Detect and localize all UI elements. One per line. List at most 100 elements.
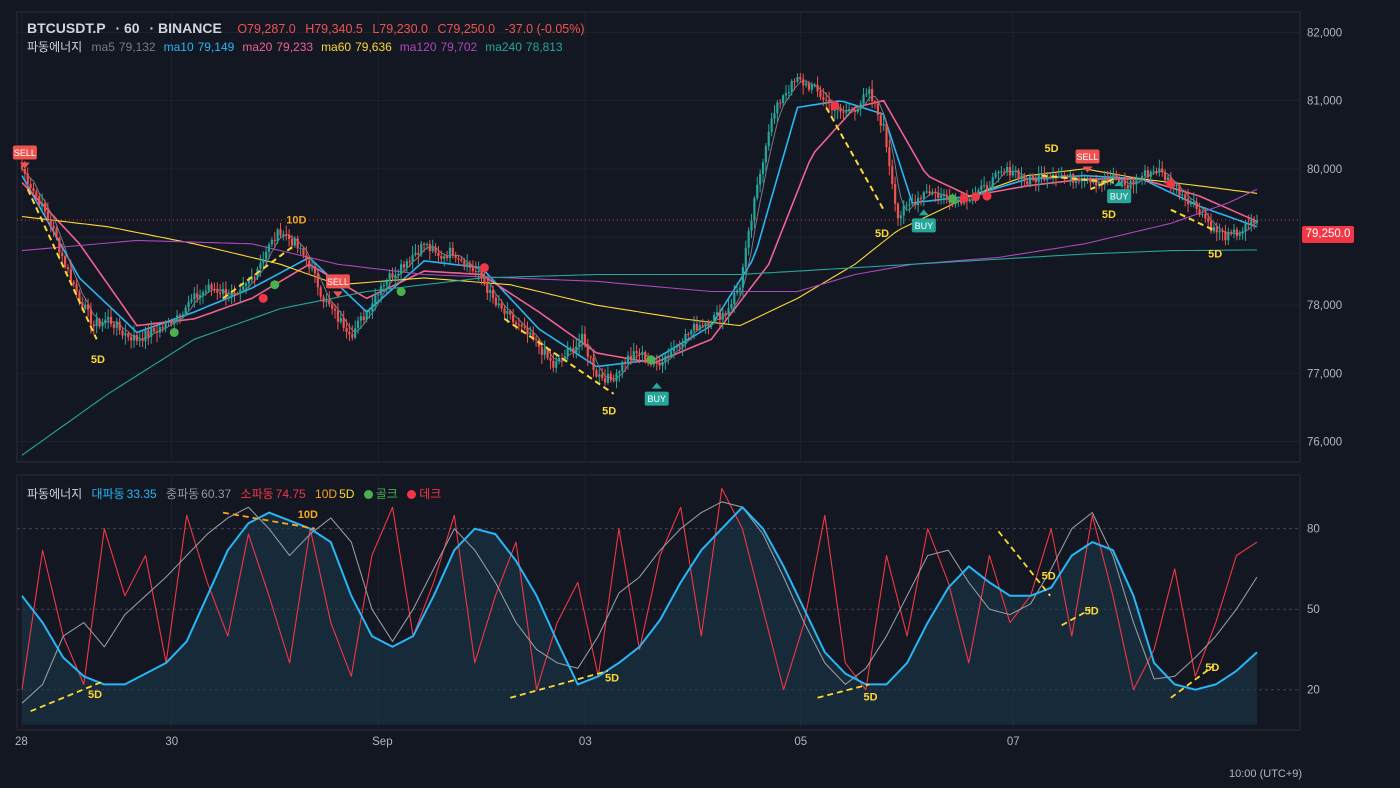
candle-body bbox=[859, 103, 862, 109]
candle bbox=[529, 326, 532, 337]
last-price-tag: 79,250.0 bbox=[1302, 226, 1354, 243]
candle-body bbox=[578, 342, 581, 347]
candle-body bbox=[1017, 170, 1020, 180]
candle bbox=[1212, 224, 1216, 234]
candle-body bbox=[692, 323, 696, 331]
candle-body bbox=[888, 147, 891, 167]
candle-body bbox=[1141, 176, 1144, 179]
price-tick-label: 82,000 bbox=[1307, 27, 1342, 39]
candle-body bbox=[345, 327, 348, 333]
candle-body bbox=[1247, 223, 1250, 225]
candle-body bbox=[147, 330, 150, 337]
candle-body bbox=[827, 100, 831, 103]
candle bbox=[319, 285, 322, 302]
osc-div5-label: 5D bbox=[1085, 606, 1099, 618]
candle-body bbox=[43, 202, 47, 212]
candle bbox=[888, 139, 891, 176]
ma-legend[interactable]: 파동에너지 ma5 79,132 ma10 79,149 ma20 79,233 ma60 7… bbox=[27, 38, 577, 55]
candle-body bbox=[377, 294, 380, 296]
candle-body bbox=[1095, 181, 1098, 186]
candle-body bbox=[764, 146, 767, 163]
osc-dead-label: 데크 bbox=[419, 487, 442, 501]
candle-body bbox=[555, 361, 558, 368]
candle-body bbox=[491, 289, 495, 298]
candle-body bbox=[621, 362, 624, 372]
candle bbox=[543, 340, 546, 360]
ohlc-close: C79,250.0 bbox=[437, 22, 496, 36]
candle-body bbox=[790, 81, 793, 93]
candle bbox=[894, 176, 897, 212]
candle-body bbox=[1224, 231, 1227, 241]
candle-body bbox=[741, 266, 744, 288]
candle-body bbox=[529, 332, 532, 335]
candle bbox=[1146, 166, 1149, 180]
candle-body bbox=[845, 111, 848, 113]
candle-body bbox=[457, 258, 460, 260]
candle-body bbox=[563, 356, 566, 359]
candle bbox=[322, 294, 325, 309]
candle-body bbox=[379, 286, 383, 295]
golden-cross-dot bbox=[948, 194, 958, 204]
candle bbox=[443, 254, 446, 267]
candle bbox=[1224, 224, 1227, 246]
candle bbox=[282, 230, 285, 241]
candle-body bbox=[1135, 178, 1138, 185]
sell-signal: SELL bbox=[12, 145, 37, 169]
candle-body bbox=[957, 199, 960, 201]
candle bbox=[391, 267, 394, 280]
candle-body bbox=[1189, 202, 1193, 205]
candle-body bbox=[468, 263, 472, 268]
candle-body bbox=[509, 310, 512, 315]
candle-body bbox=[503, 308, 506, 314]
candle-body bbox=[885, 123, 888, 148]
candle-body bbox=[273, 239, 276, 241]
osc-div5-label: 5D bbox=[1042, 571, 1056, 583]
candle-body bbox=[842, 111, 845, 113]
ohlc-open: O79,287.0 bbox=[237, 22, 296, 36]
candle bbox=[483, 270, 486, 287]
candle-body bbox=[362, 316, 365, 320]
candle-body bbox=[310, 267, 314, 269]
timezone-label[interactable]: 10:00 (UTC+9) bbox=[1229, 768, 1302, 780]
candles bbox=[20, 72, 1259, 389]
golden-cross-dot bbox=[396, 287, 406, 297]
candle bbox=[575, 338, 578, 359]
osc-golden-label: 골크 bbox=[375, 487, 398, 501]
candle bbox=[713, 311, 716, 325]
candle-body bbox=[1227, 231, 1230, 241]
candle-body bbox=[583, 333, 587, 345]
candle-body bbox=[606, 373, 610, 383]
candle-body bbox=[293, 238, 296, 246]
candle-body bbox=[661, 362, 664, 366]
candle-body bbox=[405, 261, 408, 268]
candle-body bbox=[601, 374, 604, 379]
candle bbox=[190, 293, 193, 304]
chart-stage[interactable]: 5D10D5D5D5D5D5D 76,00077,00078,00079,000… bbox=[0, 0, 1400, 788]
candle-body bbox=[589, 356, 592, 358]
symbol-title[interactable]: BTCUSDT.P · 60 · BINANCE bbox=[27, 20, 228, 36]
candle-body bbox=[862, 94, 865, 104]
sell-signal-text: SELL bbox=[14, 148, 36, 158]
candle bbox=[66, 264, 70, 273]
candle bbox=[1020, 167, 1023, 189]
div5-label: 5D bbox=[1208, 248, 1222, 260]
candle bbox=[500, 299, 503, 312]
chart-canvas[interactable]: 5D10D5D5D5D5D5D 76,00077,00078,00079,000… bbox=[0, 0, 1400, 788]
price-tick-label: 78,000 bbox=[1307, 300, 1342, 312]
candle-body bbox=[983, 185, 986, 187]
ohlc-change: -37.0 (-0.05%) bbox=[504, 22, 585, 36]
candle-body bbox=[916, 197, 920, 206]
oscillator-legend[interactable]: 파동에너지 대파동 33.35 중파동 60.37 소파동 74.75 10D 5D 골… bbox=[27, 485, 447, 502]
candle-body bbox=[925, 191, 928, 193]
candle-body bbox=[1132, 180, 1135, 185]
candle bbox=[767, 124, 770, 151]
candle bbox=[759, 169, 762, 193]
candle-body bbox=[914, 202, 917, 206]
candle bbox=[1011, 164, 1014, 178]
candle-body bbox=[181, 314, 184, 317]
osc-name: 파동에너지 bbox=[27, 487, 83, 501]
candle bbox=[512, 308, 515, 326]
candle bbox=[1095, 174, 1098, 193]
candle-body bbox=[678, 346, 681, 348]
candle bbox=[1209, 213, 1213, 234]
